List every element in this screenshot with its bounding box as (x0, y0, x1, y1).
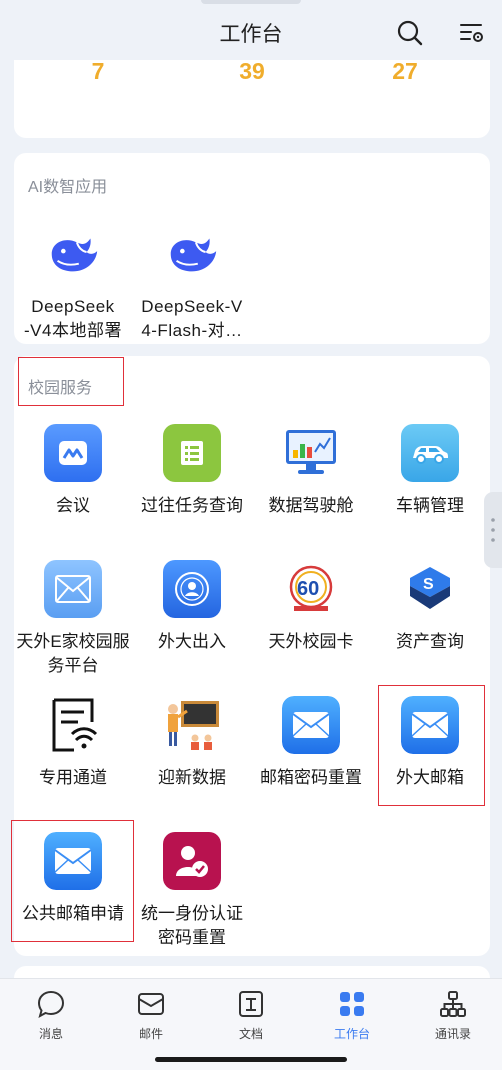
svg-text:60: 60 (297, 578, 319, 600)
tab-label: 工作台 (333, 1027, 370, 1041)
tab-label: 消息 (38, 1027, 63, 1041)
section-title: 校园服务 (28, 380, 93, 397)
app-data-dashboard[interactable]: 数据驾驶舱 (252, 424, 370, 518)
user-verify-icon (163, 832, 221, 890)
app-label: 外大邮箱 (396, 768, 464, 787)
app-label: 公共邮箱申请 (22, 904, 124, 923)
app-label: 天外校园卡 (268, 632, 354, 651)
car-icon (401, 424, 459, 482)
app-label: 天外E家校园服 务平台 (16, 632, 130, 675)
tab-messages[interactable]: 消息 (16, 989, 86, 1042)
org-chart-icon (418, 989, 488, 1019)
tab-workbench[interactable]: 工作台 (317, 989, 387, 1042)
app-label: 会议 (56, 496, 90, 515)
stats-card: 7 39 27 (14, 58, 490, 138)
app-past-tasks[interactable]: 过往任务查询 (133, 424, 251, 518)
stat-value[interactable]: 39 (239, 58, 265, 85)
wifi-doc-icon (44, 696, 102, 754)
tab-mail[interactable]: 邮件 (116, 989, 186, 1042)
chat-bubble-icon (16, 989, 86, 1019)
campus-card-logo-icon: 60 (282, 560, 340, 618)
app-public-mailbox-apply[interactable]: 公共邮箱申请 (14, 832, 132, 926)
envelope-icon (116, 989, 186, 1019)
app-mail-password-reset[interactable]: 邮箱密码重置 (252, 696, 370, 790)
tab-documents[interactable]: 文档 (216, 989, 286, 1042)
app-deepseek-v4-flash[interactable]: DeepSeek-V 4-Flash-对… (133, 225, 251, 343)
bottom-tab-bar: 消息 邮件 文档 工作台 通讯录 (0, 978, 502, 1070)
campus-services-card: 校园服务 会议 过往任务查询 数据驾驶舱 车辆管理 天外E家校园服 务平台 外大… (14, 356, 490, 956)
mail-icon (44, 832, 102, 890)
mail-icon (44, 560, 102, 618)
header: 工作台 (0, 0, 502, 66)
app-identity-password-reset[interactable]: 统一身份认证 密码重置 (133, 832, 251, 950)
deepseek-whale-icon (163, 225, 221, 283)
task-list-icon (163, 424, 221, 482)
app-label: 迎新数据 (158, 768, 226, 787)
tab-label: 通讯录 (434, 1027, 471, 1041)
section-title: AI数智应用 (28, 179, 108, 196)
side-drawer-handle[interactable] (484, 492, 502, 568)
app-asset-query[interactable]: S 资产查询 (371, 560, 489, 654)
app-campus-access[interactable]: 外大出入 (133, 560, 251, 654)
app-deepseek-v4-local[interactable]: DeepSeek -V4本地部署 (14, 225, 132, 343)
search-icon (397, 20, 423, 46)
app-dedicated-channel[interactable]: 专用通道 (14, 696, 132, 790)
presentation-icon (163, 696, 221, 754)
app-label: DeepSeek-V 4-Flash-对… (141, 297, 243, 340)
app-label: 过往任务查询 (141, 496, 243, 515)
access-badge-icon (163, 560, 221, 618)
document-icon (216, 989, 286, 1019)
app-label: 资产查询 (396, 632, 464, 651)
app-label: DeepSeek -V4本地部署 (24, 297, 122, 340)
ai-apps-card: AI数智应用 DeepSeek -V4本地部署 DeepSeek-V 4-Fla… (14, 153, 490, 344)
deepseek-whale-icon (44, 225, 102, 283)
tab-label: 文档 (238, 1027, 263, 1041)
tab-contacts[interactable]: 通讯录 (418, 989, 488, 1042)
grid-icon (317, 989, 387, 1019)
app-label: 外大出入 (158, 632, 226, 651)
search-button[interactable] (393, 16, 427, 50)
app-vehicle-management[interactable]: 车辆管理 (371, 424, 489, 518)
stat-value[interactable]: 7 (92, 58, 105, 85)
list-settings-icon (460, 24, 483, 42)
dashboard-icon (282, 424, 340, 482)
app-label: 专用通道 (39, 768, 107, 787)
mail-icon (282, 696, 340, 754)
app-label: 数据驾驶舱 (268, 496, 354, 515)
svg-text:S: S (423, 576, 434, 593)
app-label: 统一身份认证 密码重置 (141, 904, 243, 947)
app-label: 邮箱密码重置 (260, 768, 362, 787)
meeting-icon (44, 424, 102, 482)
app-tianwai-ejia[interactable]: 天外E家校园服 务平台 (14, 560, 132, 678)
app-bfsu-mailbox[interactable]: 外大邮箱 (371, 696, 489, 790)
page-title: 工作台 (219, 23, 283, 46)
app-campus-card[interactable]: 60 天外校园卡 (252, 560, 370, 654)
list-settings-button[interactable] (455, 16, 489, 50)
stat-value[interactable]: 27 (392, 58, 418, 85)
asset-icon: S (401, 560, 459, 618)
tab-label: 邮件 (138, 1027, 163, 1041)
app-freshman-data[interactable]: 迎新数据 (133, 696, 251, 790)
app-meeting[interactable]: 会议 (14, 424, 132, 518)
home-indicator (155, 1057, 347, 1062)
app-label: 车辆管理 (396, 496, 464, 515)
mail-icon (401, 696, 459, 754)
